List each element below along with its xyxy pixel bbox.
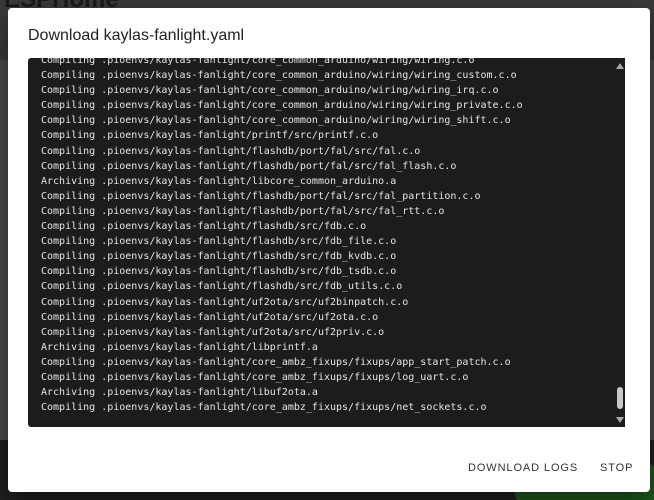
log-line: Compiling .pioenvs/kaylas-fanlight/flash… <box>41 160 457 172</box>
log-line: Compiling .pioenvs/kaylas-fanlight/core_… <box>41 100 523 112</box>
scrollbar-thumb[interactable] <box>617 387 623 409</box>
log-line: Archiving .pioenvs/kaylas-fanlight/libuf… <box>41 387 318 399</box>
log-line: Compiling .pioenvs/kaylas-fanlight/uf2ot… <box>41 326 385 338</box>
log-line: Compiling .pioenvs/kaylas-fanlight/flash… <box>41 205 445 217</box>
log-line: Compiling .pioenvs/kaylas-fanlight/flash… <box>41 251 397 263</box>
dialog-title: Download kaylas-fanlight.yaml <box>28 27 245 44</box>
log-scrollbar[interactable] <box>615 58 625 427</box>
log-line: Archiving .pioenvs/kaylas-fanlight/libpr… <box>41 341 318 353</box>
log-line: Compiling .pioenvs/kaylas-fanlight/core_… <box>41 58 475 66</box>
scroll-down-arrow-icon[interactable] <box>616 417 624 423</box>
log-line: Compiling .pioenvs/kaylas-fanlight/core_… <box>41 85 499 97</box>
log-line: Compiling .pioenvs/kaylas-fanlight/flash… <box>41 190 481 202</box>
download-logs-button[interactable]: DOWNLOAD LOGS <box>468 456 578 480</box>
log-lines: Compiling .pioenvs/kaylas-fanlight/core_… <box>41 58 523 415</box>
log-line: Compiling .pioenvs/kaylas-fanlight/flash… <box>41 145 421 157</box>
log-console[interactable]: Compiling .pioenvs/kaylas-fanlight/core_… <box>28 58 625 427</box>
log-line: Compiling .pioenvs/kaylas-fanlight/uf2ot… <box>41 311 379 323</box>
log-line: Compiling .pioenvs/kaylas-fanlight/uf2ot… <box>41 296 409 308</box>
log-line: Compiling .pioenvs/kaylas-fanlight/flash… <box>41 221 367 233</box>
stop-button[interactable]: STOP <box>600 456 633 480</box>
log-line: Compiling .pioenvs/kaylas-fanlight/core_… <box>41 356 511 368</box>
log-line: Compiling .pioenvs/kaylas-fanlight/flash… <box>41 236 397 248</box>
log-line: Compiling .pioenvs/kaylas-fanlight/flash… <box>41 281 403 293</box>
log-line: Compiling .pioenvs/kaylas-fanlight/core_… <box>41 70 517 82</box>
scroll-up-arrow-icon[interactable] <box>616 63 624 69</box>
log-line: Compiling .pioenvs/kaylas-fanlight/core_… <box>41 402 487 414</box>
log-line: Compiling .pioenvs/kaylas-fanlight/flash… <box>41 266 397 278</box>
download-dialog: Download kaylas-fanlight.yaml Compiling … <box>8 8 650 492</box>
log-line: Compiling .pioenvs/kaylas-fanlight/core_… <box>41 371 469 383</box>
log-line: Compiling .pioenvs/kaylas-fanlight/core_… <box>41 115 511 127</box>
log-line: Compiling .pioenvs/kaylas-fanlight/print… <box>41 130 379 142</box>
log-line: Archiving .pioenvs/kaylas-fanlight/libco… <box>41 175 397 187</box>
dialog-actions: DOWNLOAD LOGS STOP <box>8 456 650 480</box>
